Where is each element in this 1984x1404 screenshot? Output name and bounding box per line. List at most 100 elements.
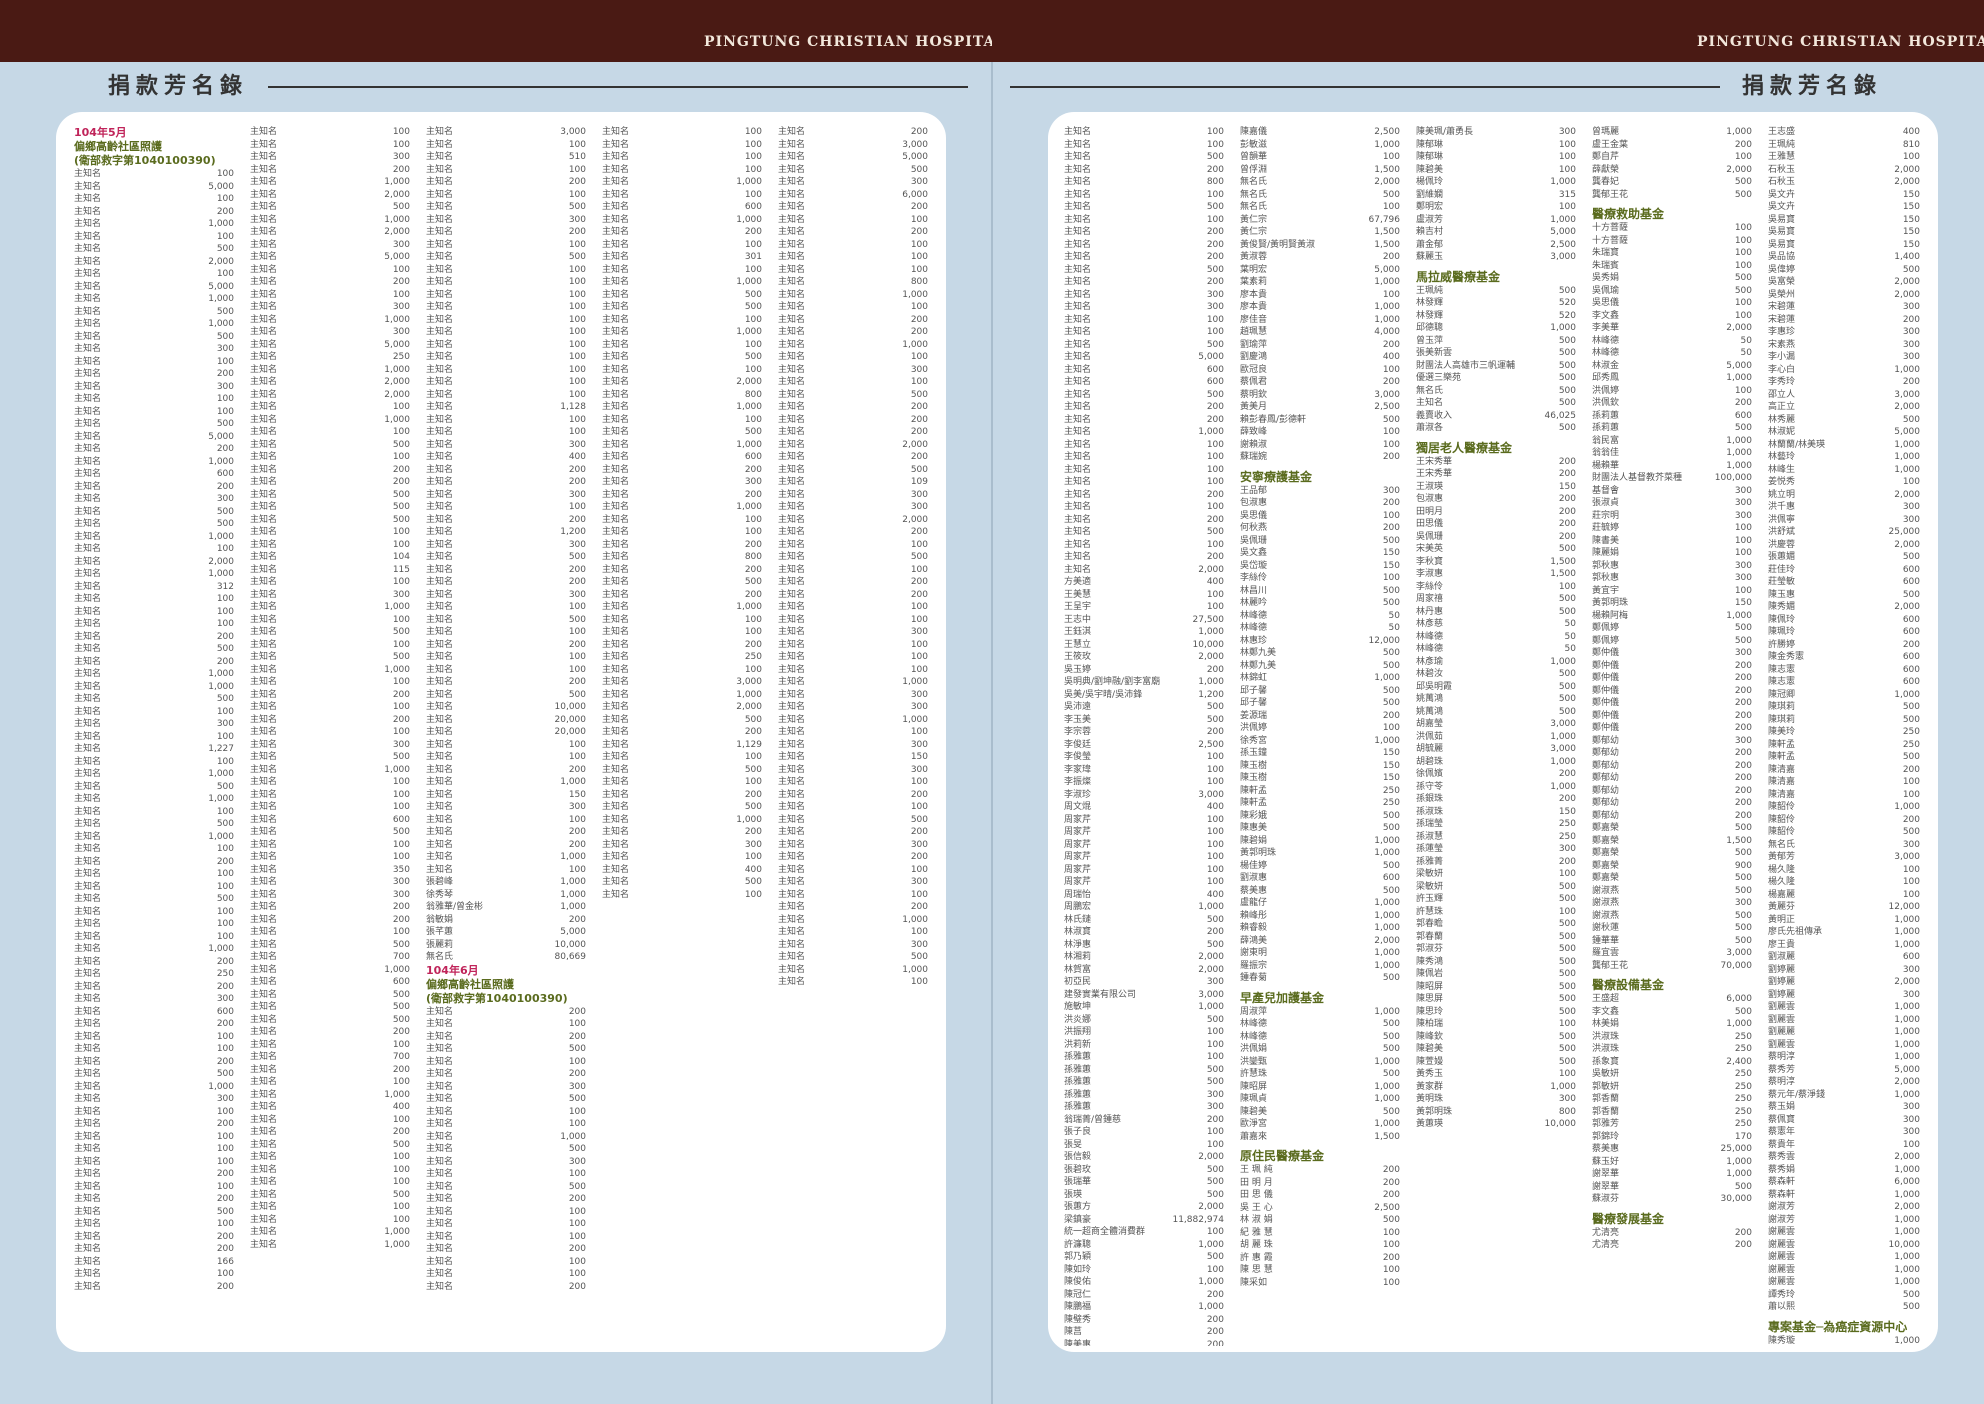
- donor-name: 主知名: [602, 377, 630, 387]
- donation-amount: 100: [910, 864, 928, 875]
- donor-name: 張旻: [1064, 1139, 1083, 1150]
- donor-row: 主知名 1,200: [426, 526, 586, 539]
- donation-amount: 200: [744, 227, 762, 237]
- donation-amount: 100: [392, 1164, 410, 1175]
- donor-name: 孫雅蕙: [1064, 1077, 1092, 1087]
- donor-row: 主知名 100: [1064, 314, 1224, 327]
- donation-amount: 600: [1206, 364, 1224, 375]
- donation-amount: 3,000: [1550, 252, 1576, 262]
- donor-name: 薛鴻美: [1240, 935, 1268, 946]
- donation-amount: 3,000: [1198, 989, 1224, 1000]
- donor-name: 陳韶伶: [1768, 814, 1796, 825]
- donation-amount: 100: [568, 389, 586, 400]
- donor-name: 孫雅蕙: [1064, 1102, 1092, 1112]
- donor-name: 廖氏先祖傳承: [1768, 927, 1823, 937]
- donor-row: 周淑萍 1,000: [1240, 1006, 1400, 1019]
- donor-name: 主知名: [426, 127, 454, 137]
- donor-row: 陳彩娥 500: [1240, 810, 1400, 823]
- donor-name: 蕭金郁: [1416, 239, 1444, 250]
- donation-amount: 300: [910, 689, 928, 700]
- donor-row: 劉淑惠 600: [1240, 872, 1400, 885]
- donor-row: 洪佩茹 1,000: [1416, 731, 1576, 744]
- donor-name: 林峰德: [1240, 1031, 1268, 1042]
- donor-name: 主知名: [602, 602, 630, 612]
- donor-name: 陳 思 慧: [1240, 1265, 1273, 1275]
- donor-name: 張信毅: [1064, 1152, 1092, 1162]
- donor-row: 主知名 100: [250, 789, 410, 802]
- donor-name: 張芊蕙: [426, 927, 454, 937]
- donation-amount: 400: [1206, 577, 1224, 587]
- donor-row: 主知名 200: [778, 201, 928, 214]
- donor-row: 主知名 200: [778, 589, 928, 602]
- donation-amount: 1,000: [736, 689, 762, 700]
- donor-row: 王呈宇 100: [1064, 601, 1224, 614]
- donor-name: 李小漏: [1768, 352, 1796, 362]
- donor-row: 主知名 500: [250, 751, 410, 764]
- donor-name: 主知名: [1064, 552, 1092, 562]
- donation-amount: 100: [744, 314, 762, 325]
- donor-row: 賴吉村 5,000: [1416, 226, 1576, 239]
- donor-name: 主知名: [426, 1269, 454, 1279]
- donation-amount: 200: [1734, 139, 1752, 150]
- donor-row: 主知名 500: [74, 243, 234, 256]
- donation-amount: 50: [1564, 631, 1576, 642]
- donor-row: 主知名 300: [250, 326, 410, 339]
- donor-row: 翁雅華/曾金彬 1,000: [426, 901, 586, 914]
- donation-amount: 100: [392, 127, 410, 137]
- donor-name: 主知名: [778, 352, 806, 362]
- donor-name: 主知名: [778, 227, 806, 237]
- donation-amount: 100: [1206, 314, 1224, 325]
- donor-name: 主知名: [602, 414, 630, 425]
- donation-amount: 300: [1902, 839, 1920, 850]
- donor-name: 龔春妃: [1592, 177, 1620, 187]
- donation-amount: 400: [568, 452, 586, 462]
- donation-amount: 300: [1902, 352, 1920, 362]
- donor-name: 主知名: [250, 1027, 278, 1037]
- donor-row: 主知名 500: [778, 814, 928, 827]
- donor-name: 主知名: [426, 352, 454, 362]
- donor-row: 主知名 100: [778, 251, 928, 264]
- donor-name: 主知名: [250, 477, 278, 487]
- donation-amount: 200: [216, 1244, 234, 1254]
- donation-amount: 150: [1382, 760, 1400, 771]
- donor-name: 洪振翔: [1064, 1027, 1092, 1037]
- donor-row: 主知名 1,000: [250, 964, 410, 977]
- donation-amount: 100: [568, 364, 586, 375]
- donor-row: 鄭郁幼 200: [1592, 785, 1752, 798]
- donation-amount: 1,000: [1374, 1119, 1400, 1129]
- donor-name: 孫雅蕙: [1064, 1052, 1092, 1062]
- donation-amount: 200: [910, 427, 928, 437]
- donor-name: 王宋秀華: [1416, 456, 1453, 467]
- donation-amount: 1,000: [208, 294, 234, 304]
- donor-name: 黃仁宗: [1240, 227, 1268, 237]
- donation-amount: 200: [1382, 252, 1400, 262]
- donor-row: 主知名 300: [250, 151, 410, 164]
- donor-name: 主知名: [426, 1069, 454, 1079]
- donation-amount: 2,000: [384, 227, 410, 237]
- donor-name: 主知名: [250, 1152, 278, 1162]
- donor-name: 主知名: [426, 764, 454, 775]
- donation-amount: 100: [568, 1256, 586, 1267]
- donor-name: 主知名: [602, 264, 630, 275]
- donation-amount: 900: [1734, 860, 1752, 871]
- donor-name: 主知名: [1064, 252, 1092, 262]
- donor-name: 黃明珠: [1416, 1094, 1444, 1104]
- donation-amount: 100: [1902, 477, 1920, 487]
- donor-name: 主知名: [74, 819, 102, 829]
- donor-row: 孫象寶 2,400: [1592, 1056, 1752, 1069]
- donation-amount: 100: [568, 314, 586, 325]
- donation-amount: 100: [568, 339, 586, 350]
- donor-name: 主知名: [602, 139, 630, 150]
- donor-name: 楊賴華: [1592, 460, 1620, 471]
- donation-amount: 1,000: [384, 177, 410, 187]
- donor-name: 主知名: [426, 189, 454, 200]
- donor-name: 主知名: [426, 1094, 454, 1104]
- donor-name: 林發輝: [1416, 310, 1444, 321]
- donation-amount: 6,000: [902, 189, 928, 200]
- donor-name: 洪炎娜: [1064, 1014, 1092, 1025]
- donation-amount: 6,000: [1726, 994, 1752, 1004]
- donation-amount: 500: [1734, 1006, 1752, 1017]
- donor-row: 主知名 100: [778, 776, 928, 789]
- donor-name: 林鄭九美: [1240, 648, 1277, 658]
- donor-row: 主知名 3,000: [602, 676, 762, 689]
